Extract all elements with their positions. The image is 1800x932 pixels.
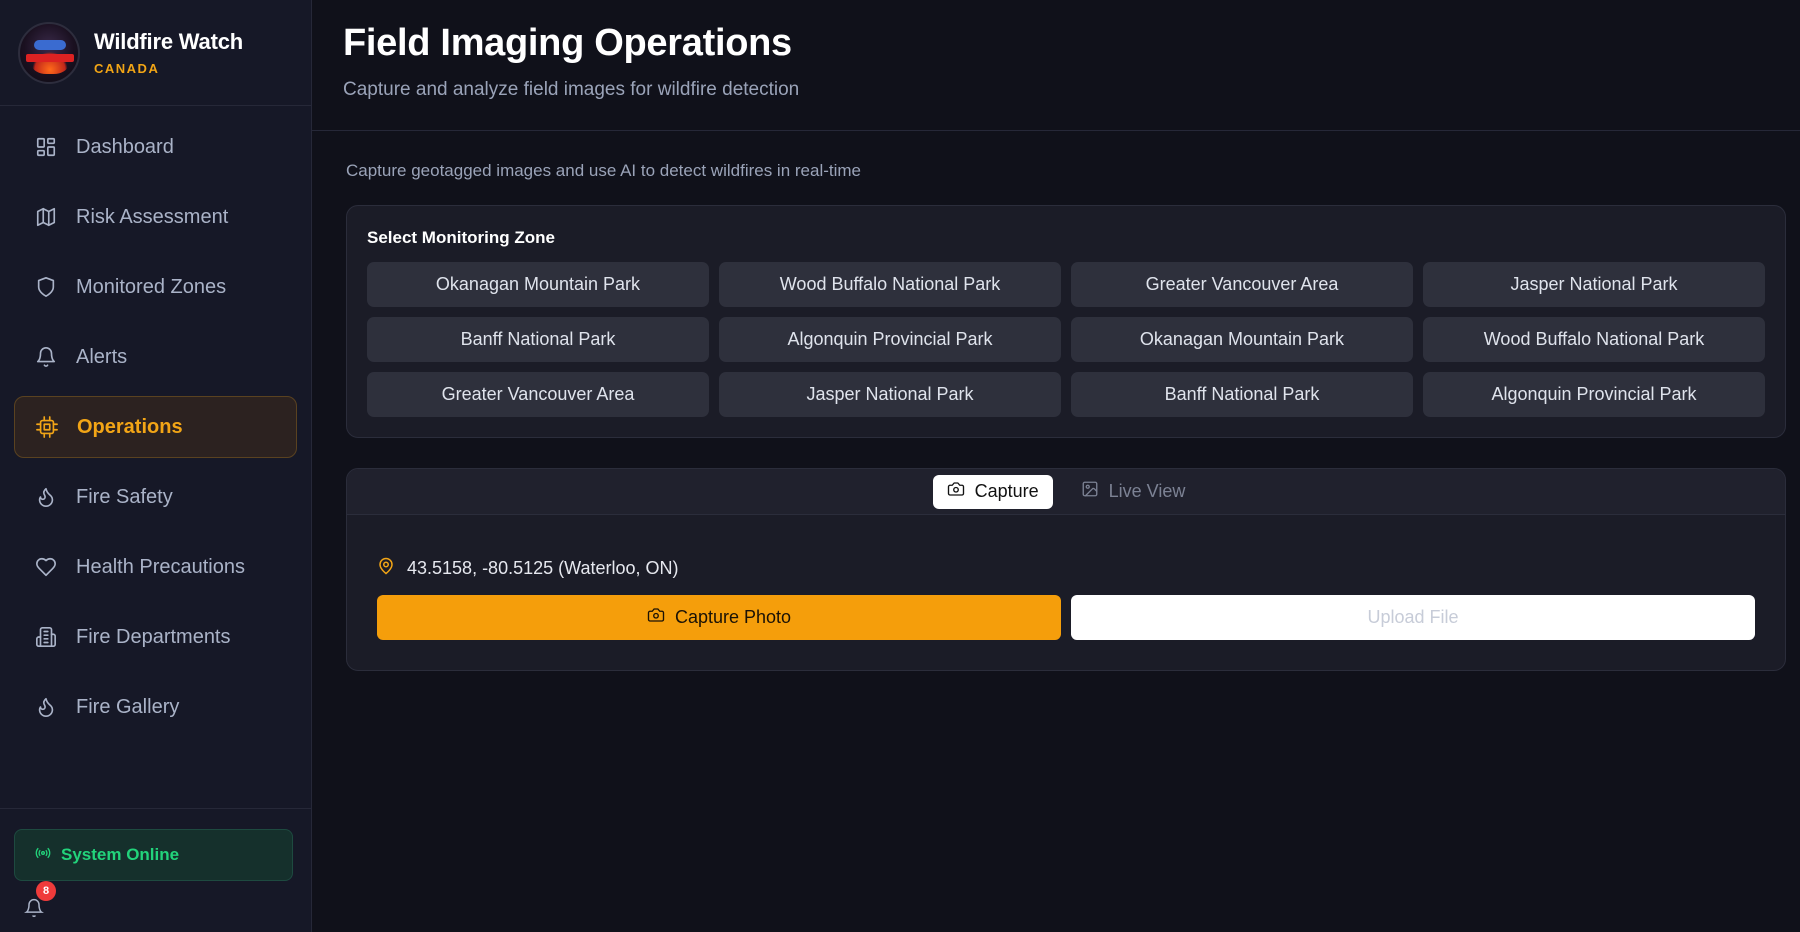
capture-photo-label: Capture Photo — [674, 607, 792, 627]
brand: Wildfire Watch CANADA — [0, 0, 311, 106]
system-status-badge: System Online — [14, 829, 293, 881]
sidebar-item-label: Monitored Zones — [76, 275, 227, 298]
cpu-icon — [35, 415, 59, 439]
operations-description: Capture geotagged images and use AI to d… — [346, 161, 862, 180]
operations-content: Capture geotagged images and use AI to d… — [312, 131, 1800, 671]
zone-button[interactable]: Greater Vancouver Area — [1071, 262, 1413, 307]
building-icon — [34, 625, 58, 649]
zone-button[interactable]: Okanagan Mountain Park — [1071, 317, 1413, 362]
sidebar-item-label: Alerts — [76, 345, 128, 368]
tab-label: Live View — [1108, 481, 1186, 501]
map-pin-icon — [377, 557, 407, 580]
sidebar-item-dashboard[interactable]: Dashboard — [14, 116, 297, 178]
zone-button[interactable]: Greater Vancouver Area — [367, 372, 709, 417]
bell-icon — [34, 345, 58, 369]
sidebar-item-fire-safety[interactable]: Fire Safety — [14, 466, 297, 528]
upload-file-button[interactable]: Upload File — [1071, 595, 1755, 640]
sidebar-item-label: Health Precautions — [76, 555, 245, 578]
sidebar-item-label: Fire Gallery — [76, 695, 180, 718]
zone-button[interactable]: Wood Buffalo National Park — [1423, 317, 1765, 362]
upload-file-label: Upload File — [1367, 607, 1459, 627]
heart-icon — [34, 555, 58, 579]
camera-icon — [947, 480, 975, 503]
location-text: 43.5158, -80.5125 (Waterloo, ON) — [407, 558, 679, 578]
page-subtitle: Capture and analyze field images for wil… — [343, 79, 800, 100]
zone-button[interactable]: Algonquin Provincial Park — [1423, 372, 1765, 417]
page-title: Field Imaging Operations — [343, 22, 792, 64]
shield-icon — [34, 275, 58, 299]
capture-tabs: Capture Live View — [347, 469, 1785, 515]
sidebar-item-label: Dashboard — [76, 135, 174, 158]
tab-live-view[interactable]: Live View — [1067, 475, 1200, 509]
brand-subtitle: CANADA — [94, 61, 160, 76]
zone-button[interactable]: Algonquin Provincial Park — [719, 317, 1061, 362]
capture-card: Capture Live View 43.5158, -80.5125 (Wat… — [346, 468, 1786, 671]
notifications-button[interactable]: 8 — [24, 881, 56, 922]
sidebar-item-alerts[interactable]: Alerts — [14, 326, 297, 388]
zone-button[interactable]: Jasper National Park — [1423, 262, 1765, 307]
main-content: Field Imaging Operations Capture and ana… — [312, 0, 1800, 932]
sidebar-item-fire-departments[interactable]: Fire Departments — [14, 606, 297, 668]
camera-icon — [647, 606, 675, 629]
zone-button[interactable]: Banff National Park — [1071, 372, 1413, 417]
sidebar-item-health-precautions[interactable]: Health Precautions — [14, 536, 297, 598]
zone-button[interactable]: Wood Buffalo National Park — [719, 262, 1061, 307]
sidebar-item-label: Fire Safety — [76, 485, 173, 508]
zone-button[interactable]: Jasper National Park — [719, 372, 1061, 417]
tab-capture[interactable]: Capture — [932, 474, 1053, 509]
sidebar-item-operations[interactable]: Operations — [14, 396, 297, 458]
location-readout: 43.5158, -80.5125 (Waterloo, ON) — [377, 557, 678, 580]
zone-grid: Okanagan Mountain Park Wood Buffalo Nati… — [367, 262, 1765, 417]
sidebar-item-fire-gallery[interactable]: Fire Gallery — [14, 676, 297, 738]
map-icon — [34, 205, 58, 229]
wildfire-watch-logo[interactable] — [18, 21, 80, 84]
page-header: Field Imaging Operations Capture and ana… — [312, 0, 1800, 131]
dashboard-icon — [34, 135, 58, 159]
system-status-label: System Online — [61, 845, 180, 864]
notification-count-badge: 8 — [36, 881, 56, 901]
brand-title: Wildfire Watch — [94, 29, 243, 54]
sidebar-item-monitored-zones[interactable]: Monitored Zones — [14, 256, 297, 318]
tab-label: Capture — [974, 481, 1039, 501]
sidebar-item-label: Fire Departments — [76, 625, 231, 648]
zone-button[interactable]: Banff National Park — [367, 317, 709, 362]
sidebar-footer: System Online 8 — [0, 808, 311, 932]
capture-photo-button[interactable]: Capture Photo — [377, 595, 1061, 640]
capture-actions: Capture Photo Upload File — [377, 595, 1755, 640]
zone-button[interactable]: Okanagan Mountain Park — [367, 262, 709, 307]
sidebar-item-label: Operations — [77, 415, 183, 438]
flame-icon — [34, 695, 58, 719]
sidebar: Wildfire Watch CANADA Dashboard Risk Ass… — [0, 0, 312, 932]
radio-signal-icon — [35, 845, 61, 866]
sidebar-item-label: Risk Assessment — [76, 205, 229, 228]
sidebar-item-risk-assessment[interactable]: Risk Assessment — [14, 186, 297, 248]
zone-selector-title: Select Monitoring Zone — [367, 228, 555, 247]
zone-selector-card: Select Monitoring Zone Okanagan Mountain… — [346, 205, 1786, 438]
bell-icon — [24, 898, 44, 922]
image-icon — [1081, 480, 1109, 503]
flame-icon — [34, 485, 58, 509]
